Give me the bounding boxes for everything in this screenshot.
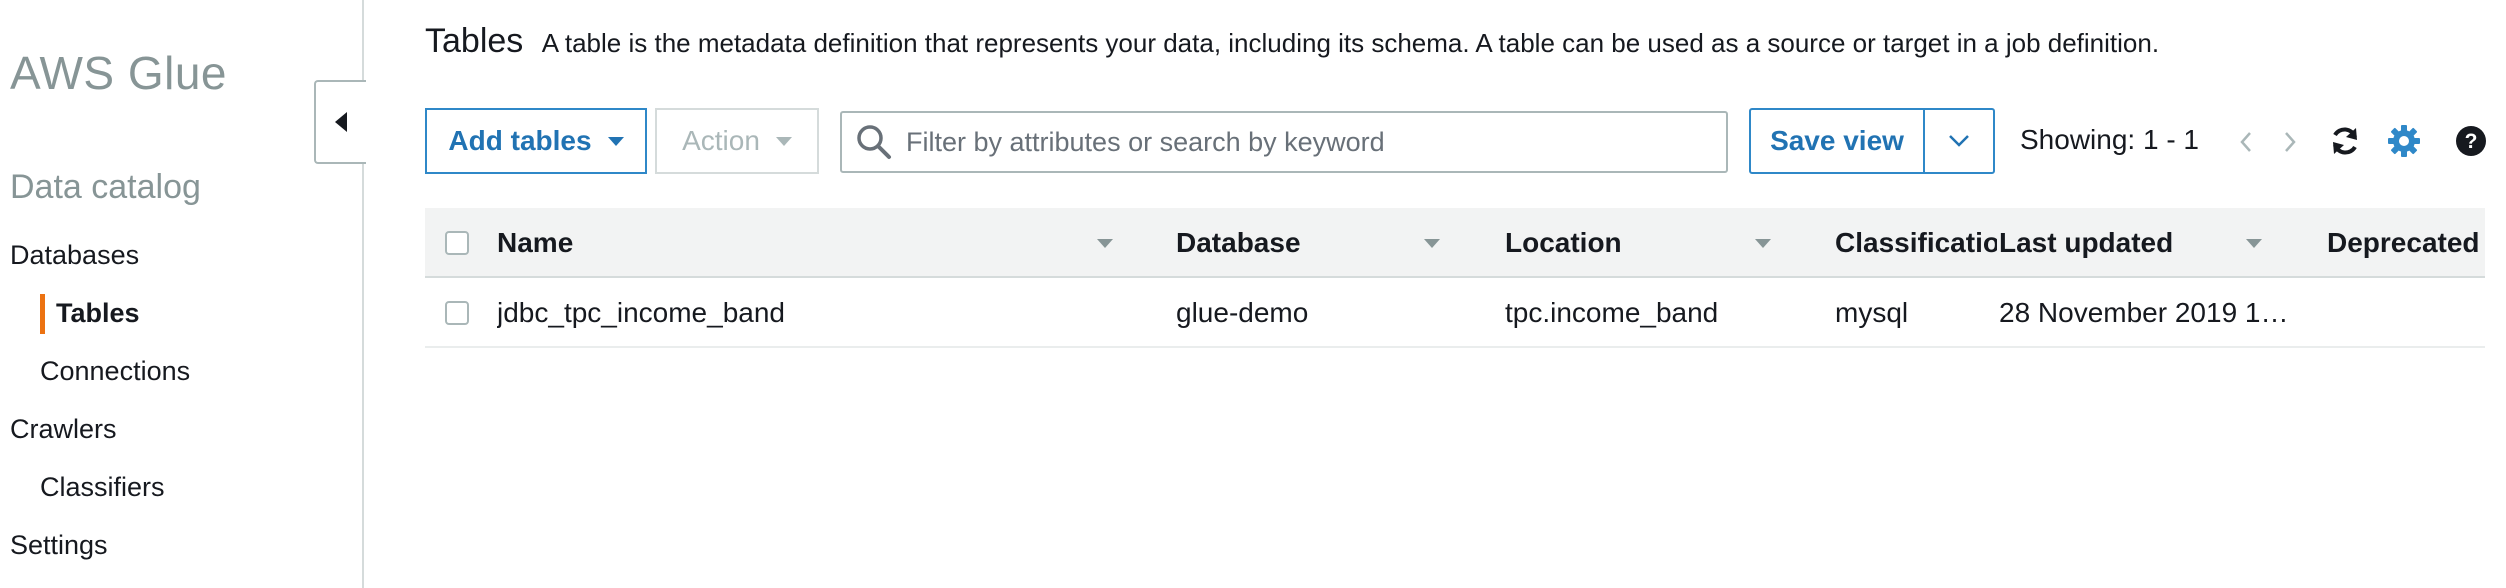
- column-header-classification[interactable]: Classification: [1835, 208, 1997, 278]
- table-row[interactable]: jdbc_tpc_income_band glue-demo tpc.incom…: [425, 278, 2485, 348]
- tables-grid: Name Database Location Classification La…: [425, 208, 2485, 348]
- cell-last-updated: 28 November 2019 1…: [1999, 297, 2289, 328]
- column-header-location[interactable]: Location: [1505, 208, 1725, 278]
- column-header-name[interactable]: Name: [497, 208, 877, 278]
- chevron-left-icon[interactable]: [2238, 130, 2254, 154]
- sort-caret-icon[interactable]: [1097, 239, 1113, 248]
- sidebar-item-classifiers[interactable]: Classifiers: [40, 472, 165, 503]
- search-input[interactable]: [906, 126, 1726, 158]
- select-all-checkbox[interactable]: [445, 231, 469, 255]
- chevron-right-icon[interactable]: [2282, 130, 2298, 154]
- action-label: Action: [682, 125, 760, 156]
- row-checkbox[interactable]: [445, 301, 469, 325]
- row-select-cell: [445, 278, 469, 348]
- column-header-deprecated[interactable]: Deprecated: [2327, 208, 2485, 278]
- sidebar-item-tables[interactable]: Tables: [56, 298, 140, 329]
- chevron-down-icon: [1949, 135, 1969, 147]
- brand-title[interactable]: AWS Glue: [10, 46, 227, 100]
- refresh-icon[interactable]: [2329, 125, 2361, 157]
- cell-location: tpc.income_band: [1505, 297, 1719, 328]
- sort-caret-icon[interactable]: [1755, 239, 1771, 248]
- add-tables-label: Add tables: [448, 125, 592, 156]
- add-tables-button[interactable]: Add tables: [425, 108, 647, 174]
- svg-text:?: ?: [2465, 130, 2478, 153]
- sidebar-item-crawlers[interactable]: Crawlers: [10, 414, 117, 445]
- active-indicator: [40, 294, 45, 334]
- cell-database: glue-demo: [1176, 297, 1309, 328]
- caret-left-icon: [335, 112, 347, 132]
- search-field[interactable]: [840, 111, 1728, 173]
- column-header-database[interactable]: Database: [1176, 208, 1396, 278]
- page-header: Tables A table is the metadata definitio…: [425, 22, 2159, 61]
- collapse-sidebar-button[interactable]: [314, 80, 366, 164]
- help-icon[interactable]: ?: [2455, 125, 2487, 157]
- table-name-link[interactable]: jdbc_tpc_income_band: [497, 278, 1117, 348]
- section-title-data-catalog: Data catalog: [10, 168, 201, 206]
- cell-classification: mysql: [1835, 297, 1909, 328]
- pagination-status: Showing: 1 - 1: [2020, 124, 2199, 155]
- save-view-group: Save view: [1749, 108, 1995, 174]
- select-all-cell: [445, 208, 469, 278]
- save-view-label: Save view: [1770, 125, 1904, 156]
- save-view-button[interactable]: Save view: [1749, 108, 1925, 174]
- search-icon: [857, 125, 891, 159]
- gear-icon[interactable]: [2387, 124, 2421, 158]
- sidebar-item-settings[interactable]: Settings: [10, 530, 108, 561]
- save-view-dropdown-button[interactable]: [1923, 108, 1995, 174]
- sort-caret-icon[interactable]: [1424, 239, 1440, 248]
- page-description: A table is the metadata definition that …: [541, 28, 2160, 58]
- sidebar: AWS Glue Data catalog Databases Tables C…: [0, 0, 364, 588]
- sidebar-item-databases[interactable]: Databases: [10, 240, 139, 271]
- chevron-down-icon: [775, 136, 792, 146]
- column-header-last-updated[interactable]: Last updated: [1999, 208, 2219, 278]
- chevron-down-icon: [607, 136, 624, 146]
- table-header-row: Name Database Location Classification La…: [425, 208, 2485, 278]
- action-button[interactable]: Action: [655, 108, 819, 174]
- sidebar-item-connections[interactable]: Connections: [40, 356, 190, 387]
- cell-deprecated: [2327, 278, 2485, 348]
- aws-glue-console: AWS Glue Data catalog Databases Tables C…: [0, 0, 2506, 588]
- page-title: Tables: [425, 22, 524, 60]
- sort-caret-icon[interactable]: [2246, 239, 2262, 248]
